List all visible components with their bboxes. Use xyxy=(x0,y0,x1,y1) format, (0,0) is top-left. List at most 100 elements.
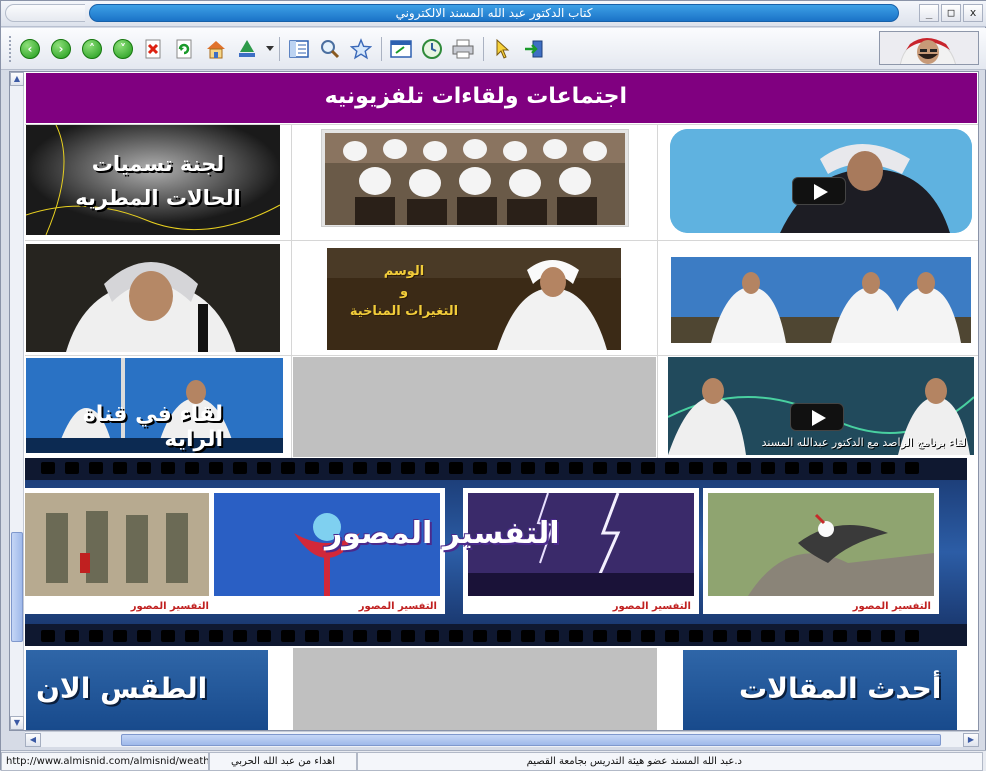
film-hole xyxy=(425,630,439,642)
film-frame-label: التفسير المصور xyxy=(358,601,437,612)
film-hole xyxy=(665,462,679,474)
studio-portrait-tile[interactable] xyxy=(26,244,280,352)
raya-channel-tile[interactable]: لقاء في قناة الرايه xyxy=(26,358,283,453)
wasm-climate-change-tile[interactable]: الوسم و التغيرات المناخية xyxy=(327,248,621,350)
empty-grey-cell xyxy=(293,648,657,730)
options-button[interactable] xyxy=(234,37,260,61)
vertical-scrollbar[interactable]: ▲ ▼ xyxy=(10,72,24,730)
toolbar: ‹ › ˄ ˅ xyxy=(1,28,986,70)
rased-caption: لقاء برنامج الراصد مع الدكتور عبدالله ال… xyxy=(761,436,966,449)
film-hole xyxy=(809,630,823,642)
film-hole xyxy=(713,630,727,642)
play-icon[interactable] xyxy=(792,177,846,205)
tv-interview-video-1[interactable] xyxy=(670,129,972,233)
film-hole xyxy=(257,630,271,642)
film-frame-soldiers[interactable]: التفسير المصور xyxy=(25,488,217,614)
film-hole xyxy=(41,462,55,474)
wasm-caption-line2: و xyxy=(399,284,409,299)
search-button[interactable] xyxy=(317,37,343,61)
soldiers-image xyxy=(25,493,212,596)
film-hole xyxy=(185,462,199,474)
film-hole xyxy=(425,462,439,474)
film-frame-lightning[interactable]: التفسير المصور xyxy=(463,488,699,614)
rain-naming-committee-tile[interactable]: لجنة تسميات الحالات المطريه xyxy=(26,125,280,235)
favorites-button[interactable] xyxy=(348,37,374,61)
film-hole xyxy=(569,630,583,642)
maximize-button[interactable]: □ xyxy=(941,4,961,22)
film-hole xyxy=(257,462,271,474)
film-perforations-top xyxy=(25,460,967,476)
film-hole xyxy=(305,462,319,474)
horizontal-scroll-thumb[interactable] xyxy=(121,734,941,746)
stop-button[interactable] xyxy=(141,37,167,61)
film-hole xyxy=(641,630,655,642)
minimize-button[interactable]: _ xyxy=(919,4,939,22)
scroll-right-icon[interactable]: ▶ xyxy=(963,733,979,747)
title-bar-decoration xyxy=(5,4,85,22)
film-hole xyxy=(521,462,535,474)
contents-icon xyxy=(289,40,309,58)
exit-icon xyxy=(525,40,543,58)
film-frame-label: التفسير المصور xyxy=(612,601,691,612)
film-hole xyxy=(233,630,247,642)
toolbar-separator xyxy=(279,37,280,61)
home-icon xyxy=(207,41,225,59)
film-hole xyxy=(209,462,223,474)
status-dedication: اهداء من عبد الله الحربي xyxy=(209,752,357,771)
film-frame-flower[interactable]: التفسير المصور xyxy=(209,488,445,614)
film-hole xyxy=(113,630,127,642)
history-button[interactable] xyxy=(419,37,445,61)
print-button[interactable] xyxy=(450,37,476,61)
film-hole xyxy=(353,630,367,642)
author-portrait xyxy=(880,32,978,64)
toolbar-grip[interactable] xyxy=(9,36,13,62)
back-icon: ‹ xyxy=(20,39,40,59)
refresh-button[interactable] xyxy=(172,37,198,61)
wasm-caption-line3: التغيرات المناخية xyxy=(349,304,459,319)
meeting-group-photo[interactable] xyxy=(321,129,629,227)
history-icon xyxy=(422,39,442,59)
film-hole xyxy=(593,630,607,642)
print-icon xyxy=(452,39,474,59)
film-hole xyxy=(137,462,151,474)
vertical-scroll-thumb[interactable] xyxy=(11,532,23,642)
weather-now-tile[interactable]: الطقس الان xyxy=(26,650,268,730)
down-button[interactable]: ˅ xyxy=(110,37,136,61)
exit-button[interactable] xyxy=(521,37,547,61)
studio-discussion-tile[interactable] xyxy=(671,257,971,343)
latest-articles-tile[interactable]: أحدث المقالات xyxy=(683,650,957,730)
film-hole xyxy=(881,462,895,474)
section-header: اجتماعات ولقاءات تلفزيونيه xyxy=(26,73,977,123)
fullscreen-icon xyxy=(390,40,412,58)
window-title: كتاب الدكتور عبد الله المسند الالكتروني xyxy=(89,4,899,22)
film-hole xyxy=(89,630,103,642)
home-button[interactable] xyxy=(203,37,229,61)
film-perforations-bottom xyxy=(25,628,967,644)
close-button[interactable]: x xyxy=(963,4,983,22)
guest-portrait-image xyxy=(26,244,280,352)
film-hole xyxy=(473,462,487,474)
film-frame-bird[interactable]: التفسير المصور xyxy=(703,488,939,614)
chevron-down-icon xyxy=(266,46,274,51)
film-hole xyxy=(353,462,367,474)
seated-officials-image xyxy=(325,133,625,225)
up-button[interactable]: ˄ xyxy=(79,37,105,61)
cursor-button[interactable] xyxy=(490,37,516,61)
contents-button[interactable] xyxy=(286,37,312,61)
film-hole xyxy=(41,630,55,642)
forward-button[interactable]: › xyxy=(48,37,74,61)
scroll-left-icon[interactable]: ◀ xyxy=(25,733,41,747)
scroll-down-icon[interactable]: ▼ xyxy=(10,716,24,730)
film-hole xyxy=(809,462,823,474)
fullscreen-button[interactable] xyxy=(388,37,414,61)
options-dropdown-arrow[interactable] xyxy=(265,37,275,61)
up-icon: ˄ xyxy=(82,39,102,59)
play-icon[interactable] xyxy=(790,403,844,431)
film-hole xyxy=(617,630,631,642)
scroll-up-icon[interactable]: ▲ xyxy=(10,72,24,86)
horizontal-scrollbar[interactable]: ◀ ▶ xyxy=(25,731,979,747)
back-button[interactable]: ‹ xyxy=(17,37,43,61)
illustrated-tafsir-filmstrip[interactable]: التفسير المصور التفسير المصور التفسير ال… xyxy=(25,458,967,646)
rased-program-video[interactable]: لقاء برنامج الراصد مع الدكتور عبدالله ال… xyxy=(668,357,974,455)
search-icon xyxy=(321,40,340,59)
